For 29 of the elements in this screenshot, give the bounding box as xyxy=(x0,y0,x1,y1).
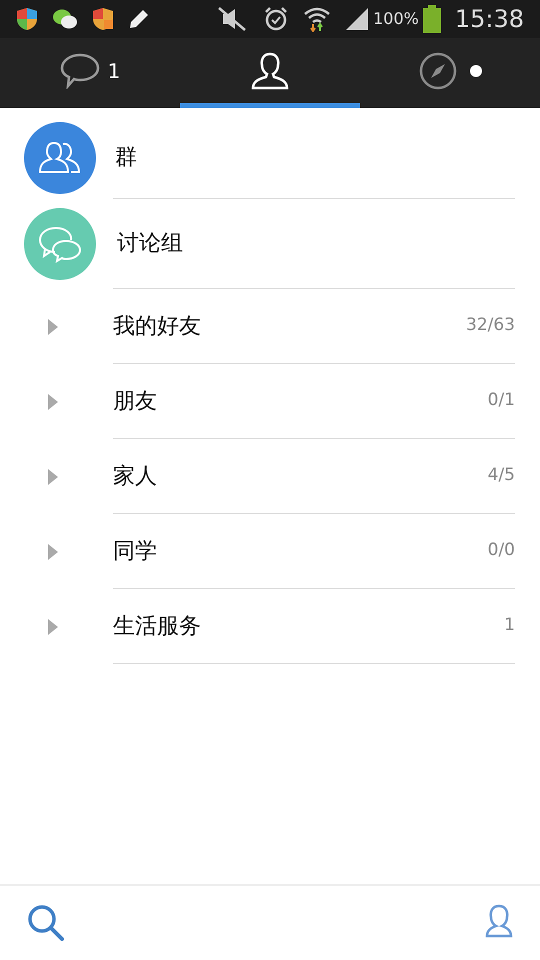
wifi-icon xyxy=(303,6,332,32)
compass-icon xyxy=(418,50,458,90)
clock-time: 15:38 xyxy=(454,4,524,35)
online-count: 0/0 xyxy=(488,539,515,562)
group-name[interactable]: 生活服务 xyxy=(113,610,201,642)
tab[interactable]: 1 xyxy=(0,38,180,108)
signal-icon xyxy=(345,7,370,31)
person-icon xyxy=(250,52,290,90)
pencil-icon xyxy=(128,8,150,30)
online-count: 0/1 xyxy=(488,389,515,412)
group-name[interactable]: 朋友 xyxy=(113,384,157,418)
alarm-clock-icon xyxy=(263,6,290,32)
online-count: 4/5 xyxy=(488,464,515,488)
group-name[interactable]: 家人 xyxy=(113,460,157,492)
group-name[interactable]: 我的好友 xyxy=(113,310,201,342)
group-name[interactable]: 同学 xyxy=(113,534,157,568)
list-item[interactable]: 群 xyxy=(113,140,137,174)
chat-bubbles-icon xyxy=(36,225,82,263)
search-icon[interactable] xyxy=(26,903,66,943)
online-count: 32/63 xyxy=(466,314,515,338)
battery-icon xyxy=(422,5,441,33)
battery-percent: 100% xyxy=(373,8,419,30)
online-count: 1 xyxy=(504,614,515,638)
chat-bubbles-icon xyxy=(52,8,78,30)
two-people-icon xyxy=(36,140,82,176)
chat-bubble-icon xyxy=(60,52,100,88)
shield-icon xyxy=(16,7,38,31)
list-item[interactable]: 讨论组 xyxy=(113,227,183,260)
shield-lock-icon xyxy=(92,7,114,31)
